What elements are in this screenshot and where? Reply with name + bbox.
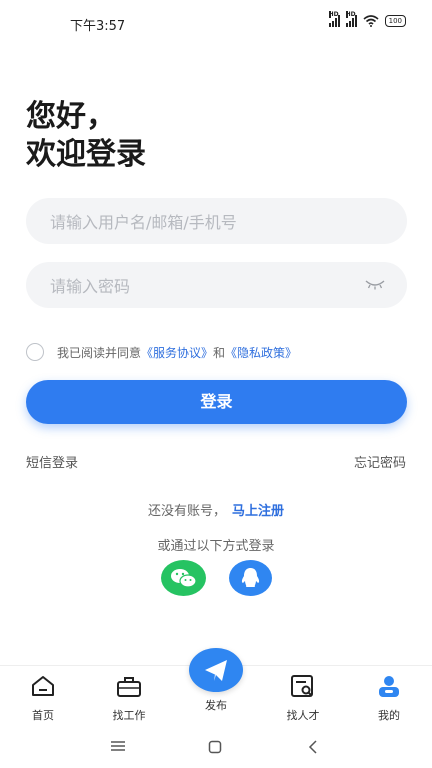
username-field-container: [26, 198, 407, 246]
wechat-icon: [171, 569, 197, 588]
tab-label: 找人才: [286, 709, 320, 722]
eye-closed-icon[interactable]: [365, 277, 385, 291]
tab-label: 我的: [378, 709, 400, 722]
resume-search-icon: [291, 675, 313, 697]
status-icons: HD HD 100: [328, 11, 406, 27]
qq-penguin-icon: [241, 568, 260, 587]
username-input[interactable]: [48, 198, 352, 246]
briefcase-icon: [117, 677, 141, 697]
back-icon[interactable]: [308, 740, 318, 754]
agreement-row: 我已阅读并同意 《服务协议》 和 《隐私政策》: [26, 342, 297, 362]
battery-icon: 100: [384, 15, 406, 27]
tab-publish-label: 发布: [205, 699, 227, 712]
privacy-policy-link[interactable]: 《隐私政策》: [225, 344, 297, 361]
wechat-login-button[interactable]: [161, 560, 206, 596]
register-link[interactable]: 马上注册: [232, 504, 284, 519]
home-icon: [32, 676, 54, 696]
system-nav-bar: [0, 728, 432, 768]
qq-login-button[interactable]: [229, 560, 272, 596]
tab-find-talent[interactable]: 找人才: [268, 674, 338, 723]
greeting-line-1: 您好，: [26, 99, 116, 134]
login-button[interactable]: 登录: [26, 380, 407, 424]
register-row: 还没有账号， 马上注册: [0, 500, 432, 519]
register-prompt: 还没有账号，: [147, 504, 226, 519]
greeting-title: 您好， 欢迎登录: [26, 98, 146, 174]
agreement-prefix: 我已阅读并同意: [57, 345, 142, 360]
wifi-icon: [363, 15, 379, 27]
other-login-label: 或通过以下方式登录: [157, 539, 275, 554]
menu-icon[interactable]: [110, 740, 126, 752]
paper-plane-icon: [205, 660, 227, 681]
home-square-icon[interactable]: [208, 740, 222, 754]
profile-icon: [379, 676, 399, 697]
status-bar: 下午3:57 HD HD 100: [0, 0, 432, 46]
password-field-container: [26, 262, 407, 310]
agreement-and: 和: [213, 345, 226, 360]
sms-login-link[interactable]: 短信登录: [26, 452, 78, 471]
publish-button[interactable]: [189, 648, 243, 692]
signal-icon: HD: [345, 11, 357, 27]
tab-mine[interactable]: 我的: [354, 674, 424, 723]
service-agreement-link[interactable]: 《服务协议》: [141, 344, 213, 361]
signal-icon: HD: [328, 11, 340, 27]
forgot-password-link[interactable]: 忘记密码: [354, 452, 406, 471]
tab-home[interactable]: 首页: [8, 674, 78, 723]
tab-find-job[interactable]: 找工作: [94, 674, 164, 723]
tab-label: 首页: [32, 709, 54, 722]
agreement-checkbox[interactable]: [26, 343, 44, 361]
status-time: 下午3:57: [70, 19, 126, 34]
password-input[interactable]: [48, 262, 352, 310]
greeting-line-2: 欢迎登录: [26, 137, 146, 172]
tab-label: 找工作: [112, 709, 146, 722]
